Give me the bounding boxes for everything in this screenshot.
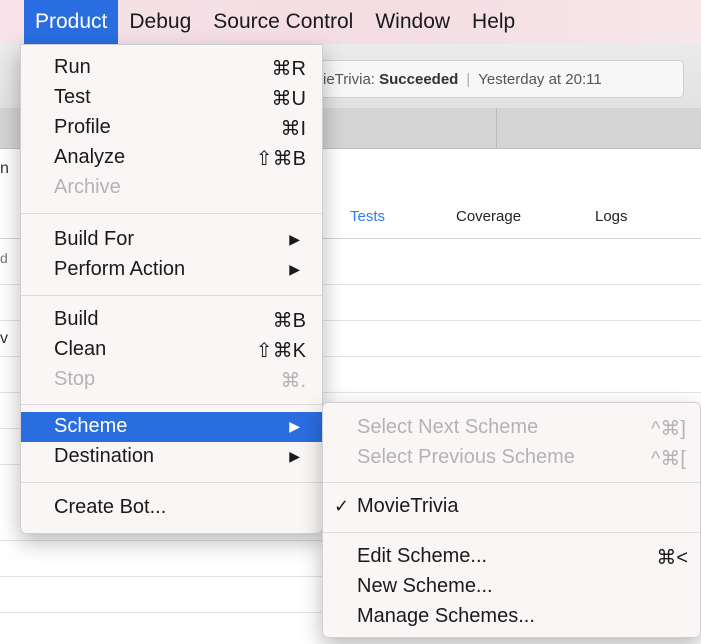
menu-item-destination[interactable]: Destination ▶ [21,442,322,472]
activity-project: ieTrivia: [323,70,375,88]
menu-item-archive: Archive [54,176,121,198]
menu-debug[interactable]: Debug [118,0,202,44]
menu-divider [21,295,322,296]
submenu-arrow-icon: ▶ [289,231,300,247]
menu-product[interactable]: Product [24,0,119,44]
menu-item-build[interactable]: Build ⌘B [21,305,322,335]
tab-coverage[interactable]: Coverage [456,208,521,225]
edge-text-1: n [0,160,9,177]
edge-text-3: v [0,330,8,347]
tab-logs[interactable]: Logs [595,208,628,225]
edge-text-2: d [0,250,8,266]
menu-item-select-previous-scheme: Select Previous Scheme ^⌘[ [357,446,686,470]
menu-item-edit-scheme[interactable]: Edit Scheme... ⌘< [323,542,700,572]
menu-divider [21,482,322,483]
menu-item-run[interactable]: Run ⌘R [21,53,322,83]
activity-time: Yesterday at 20:11 [478,70,602,88]
menu-item-create-bot[interactable]: Create Bot... [21,493,322,523]
scheme-submenu: Select Next Scheme ^⌘] Select Previous Sc… [322,402,701,638]
menu-item-analyze[interactable]: Analyze ⇧⌘B [21,143,322,173]
submenu-arrow-icon: ▶ [289,261,300,277]
menu-item-movietrivia[interactable]: ✓ MovieTrivia [323,492,700,522]
menu-bar: Product Debug Source Control Window Help [0,0,701,44]
menu-item-profile[interactable]: Profile ⌘I [21,113,322,143]
menu-divider [21,213,322,214]
submenu-arrow-icon: ▶ [289,418,300,434]
menu-item-scheme[interactable]: Scheme ▶ [21,412,322,442]
menu-help[interactable]: Help [461,0,526,44]
menu-item-build-for[interactable]: Build For ▶ [21,225,322,255]
menu-window[interactable]: Window [364,0,461,44]
menu-item-new-scheme[interactable]: New Scheme... [323,572,700,602]
menu-item-manage-schemes[interactable]: Manage Schemes... [323,602,700,632]
menu-item-test[interactable]: Test ⌘U [21,83,322,113]
menu-item-select-next-scheme: Select Next Scheme ^⌘] [357,416,686,440]
menu-divider [323,532,700,533]
tab-tests[interactable]: Tests [350,208,385,225]
menu-item-stop: Stop ⌘. [54,368,306,392]
menu-divider [21,404,322,405]
menu-item-clean[interactable]: Clean ⇧⌘K [21,335,322,365]
product-menu: Run ⌘R Test ⌘U Profile ⌘I Analyze ⇧⌘B Archiv… [20,44,323,534]
menu-item-perform-action[interactable]: Perform Action ▶ [21,255,322,285]
checkmark-icon: ✓ [334,496,350,516]
submenu-arrow-icon: ▶ [289,448,300,464]
menu-divider [323,482,700,483]
menu-source-control[interactable]: Source Control [202,0,364,44]
activity-status: Succeeded [379,70,459,88]
